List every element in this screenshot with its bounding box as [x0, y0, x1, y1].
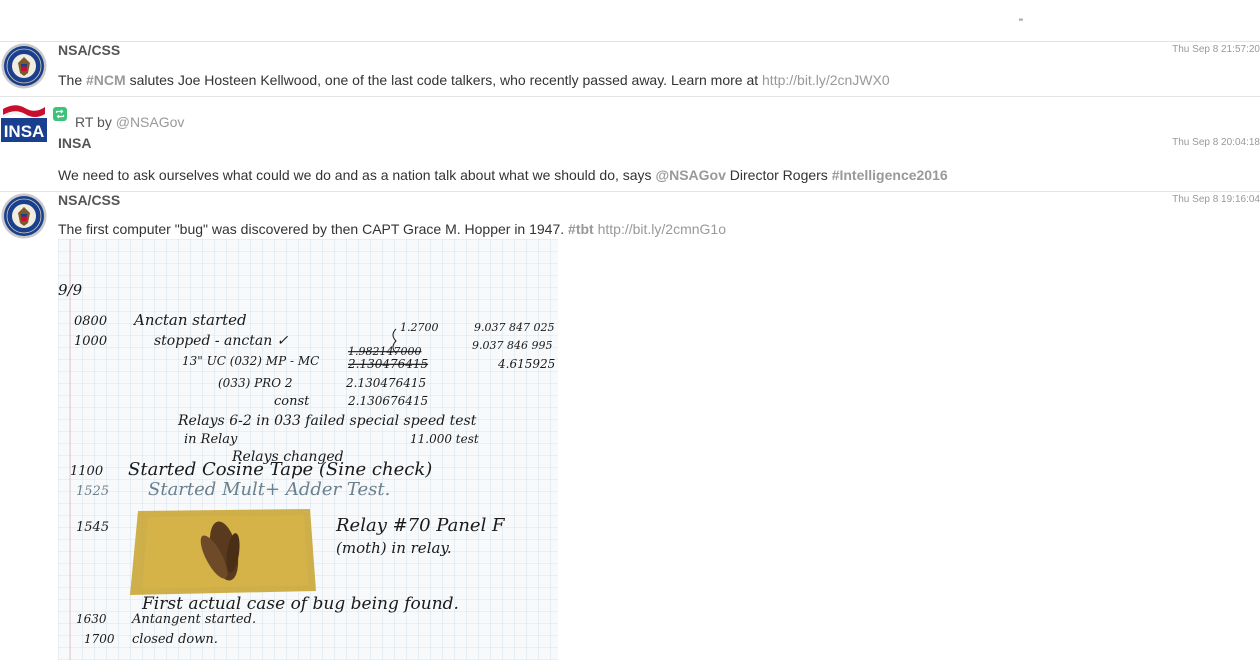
tweet-author[interactable]: NSA/CSS [58, 42, 120, 58]
note: 9.037 846 995 [472, 339, 552, 352]
note: const [274, 394, 310, 409]
tweet-2: INSA RT by @NSAGov INSA Thu Sep 8 20:04:… [0, 97, 1260, 192]
retweeter-handle-link[interactable]: @NSAGov [116, 114, 185, 130]
retweet-line: RT by @NSAGov [75, 114, 184, 130]
note-time: 1100 [70, 464, 103, 479]
tweet-timestamp[interactable]: Thu Sep 8 19:16:04 [1172, 194, 1260, 205]
note-time: 1545 [76, 520, 109, 535]
hashtag-link[interactable]: #tbt [568, 221, 594, 237]
hashtag-link[interactable]: #Intelligence2016 [832, 167, 948, 183]
tweet-text-body: salutes Joe Hosteen Kellwood, one of the… [125, 72, 763, 88]
note: Relay #70 Panel F [335, 515, 506, 536]
note: 2.130476415 [345, 376, 426, 390]
note-time: 1000 [74, 334, 107, 349]
note-time: 1700 [84, 632, 115, 646]
mention-link[interactable]: @NSAGov [655, 167, 725, 183]
tweet-text-prefix: The [58, 72, 87, 88]
url-link[interactable]: http://bit.ly/2cnJWX0 [762, 72, 890, 88]
note: 1.2700 [400, 321, 439, 334]
note: Relays 6-2 in 033 failed special speed t… [177, 413, 477, 429]
tweet-text-body: Director Rogers [725, 167, 832, 183]
tweet-text-prefix: We need to ask ourselves what could we d… [58, 167, 656, 183]
note: Anctan started [132, 311, 247, 329]
retweet-icon [53, 107, 67, 121]
tweet-timestamp[interactable]: Thu Sep 8 21:57:20 [1172, 44, 1260, 55]
nsa-seal-avatar[interactable] [1, 193, 47, 239]
tweet-text-prefix: The first computer "bug" was discovered … [58, 221, 569, 237]
nsa-seal-avatar[interactable] [1, 43, 47, 89]
insa-logo-avatar[interactable]: INSA [1, 103, 47, 149]
note-date: 9/9 [58, 281, 83, 299]
note: 2.130676415 [347, 394, 428, 408]
tweet-text: The #NCM salutes Joe Hosteen Kellwood, o… [58, 72, 890, 88]
note: Started Cosine Tape (Sine check) [128, 459, 432, 480]
tweet-timestamp[interactable]: Thu Sep 8 20:04:18 [1172, 137, 1260, 148]
note: (033) PRO 2 [218, 376, 292, 390]
insa-logo-text: INSA [4, 122, 45, 141]
hashtag-link[interactable]: #NCM [86, 72, 126, 88]
note: Antangent started. [131, 612, 256, 627]
tweet-1: NSA/CSS Thu Sep 8 21:57:20 The #NCM salu… [0, 41, 1260, 97]
note: Started Mult+ Adder Test. [148, 479, 390, 500]
url-link[interactable]: http://bit.ly/2cmnG1o [598, 221, 726, 237]
tweet-author[interactable]: INSA [58, 135, 91, 151]
tweet-text: We need to ask ourselves what could we d… [58, 167, 948, 183]
retweet-label: RT by [75, 114, 116, 130]
note: (moth) in relay. [336, 539, 452, 557]
note-time: 0800 [74, 314, 107, 329]
note: 2.130476415 [347, 357, 428, 371]
note: 4.615925 [497, 357, 555, 371]
note: in Relay [184, 432, 238, 447]
note: stopped - anctan ✓ [154, 333, 289, 349]
top-bar-mark: " [1019, 17, 1023, 29]
top-bar: " [0, 0, 1260, 42]
tweet-author[interactable]: NSA/CSS [58, 192, 120, 208]
note: First actual case of bug being found. [141, 594, 459, 614]
note-time: 1630 [76, 612, 107, 626]
tweet-text: The first computer "bug" was discovered … [58, 221, 726, 237]
note-time: 1525 [76, 484, 109, 499]
tweet-photo-logbook[interactable]: 9/9 0800 Anctan started 1.2700 9.037 847… [58, 239, 558, 660]
note: 13" UC (032) MP - MC [182, 354, 319, 368]
note: closed down. [132, 632, 218, 647]
note: 11.000 test [410, 432, 479, 446]
note: 9.037 847 025 [474, 321, 554, 334]
